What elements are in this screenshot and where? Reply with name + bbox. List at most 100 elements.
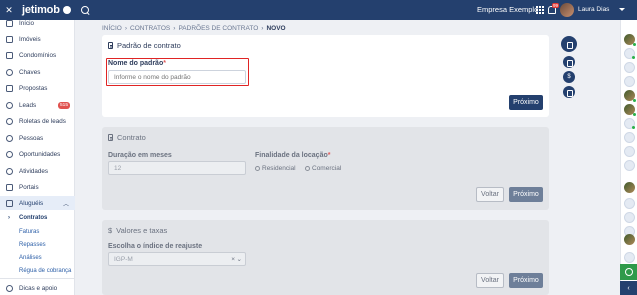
contact-avatar[interactable] (624, 182, 635, 193)
select-value: IGP-M (114, 255, 133, 263)
sidebar-item-oportunidades[interactable]: Oportunidades (0, 147, 75, 161)
next-button[interactable]: Próximo (509, 95, 543, 110)
megaphone-icon (6, 183, 13, 191)
chevron-right-icon: › (8, 214, 10, 221)
field-label-indice: Escolha o índice de reajuste (108, 243, 203, 250)
sidebar-item-leads[interactable]: Leads 515 (0, 98, 75, 112)
sidebar-item-label: Portais (19, 183, 39, 191)
field-label-duracao: Duração em meses (108, 152, 172, 159)
contact-avatar[interactable] (624, 48, 635, 59)
document-icon (108, 134, 113, 141)
chevron-down-icon[interactable] (619, 8, 625, 11)
field-label-finalidade: Finalidade da locação* (255, 152, 330, 159)
close-icon[interactable]: ✕ (2, 5, 16, 16)
radio-circle-icon (255, 166, 260, 171)
search-icon[interactable] (80, 5, 90, 15)
card-valores-taxas: $ Valores e taxas Escolha o índice de rea… (102, 220, 549, 295)
contact-avatar[interactable] (624, 132, 635, 143)
contact-avatar[interactable] (624, 252, 635, 263)
contact-avatar[interactable] (624, 34, 636, 46)
grid-icon (6, 19, 13, 27)
sidebar-item-label: Atividades (19, 167, 49, 175)
sidebar-item-portais[interactable]: Portais (0, 180, 75, 194)
contact-avatar[interactable] (624, 76, 635, 87)
sidebar-item-propostas[interactable]: Propostas (0, 81, 75, 95)
radio-label: Residencial (262, 165, 296, 172)
contact-avatar[interactable] (624, 146, 635, 157)
contract-shortcut-icon[interactable] (563, 56, 575, 68)
sidebar-subitem-regua[interactable]: Régua de cobrança (0, 264, 75, 277)
duracao-input[interactable]: 12 (108, 161, 246, 175)
document-shortcut-icon[interactable] (561, 36, 577, 52)
sidebar-item-alugueis[interactable]: Aluguéis ︿ (0, 196, 75, 210)
back-button[interactable]: Voltar (476, 187, 504, 202)
breadcrumb-contratos[interactable]: CONTRATOS (130, 25, 170, 32)
breadcrumb-padroes[interactable]: PADRÕES DE CONTRATO (178, 25, 258, 32)
sidebar-item-label: Chaves (19, 68, 41, 76)
sidebar-item-atividades[interactable]: Atividades (0, 164, 75, 178)
radio-circle-icon (305, 166, 310, 171)
back-button[interactable]: Voltar (476, 273, 504, 288)
sidebar-item-roletas[interactable]: Roletas de leads (0, 114, 75, 128)
target-icon (6, 150, 13, 158)
card-title: Padrão de contrato (108, 41, 181, 50)
leads-count-badge: 515 (58, 101, 71, 109)
roulette-icon (6, 117, 13, 125)
contact-avatar[interactable] (624, 234, 635, 245)
sidebar-item-chaves[interactable]: Chaves (0, 65, 75, 79)
card-title-text: Contrato (117, 133, 146, 142)
sidebar-subitem-faturas[interactable]: Faturas (0, 225, 75, 238)
card-title: $ Valores e taxas (108, 226, 167, 235)
next-button[interactable]: Próximo (509, 273, 543, 288)
key-icon (6, 68, 13, 76)
contact-avatar[interactable] (624, 62, 635, 73)
sidebar-item-imoveis[interactable]: Imóveis (0, 32, 75, 46)
notification-badge: 99 (552, 3, 560, 8)
building-icon (6, 51, 13, 59)
share-icon (6, 101, 13, 109)
contact-avatar[interactable] (624, 198, 635, 209)
sidebar-subitem-contratos[interactable]: › Contratos (0, 211, 75, 224)
sidebar-item-label: Aluguéis (19, 199, 44, 207)
sidebar-item-help[interactable]: Dicas e apoio (0, 281, 75, 295)
settings-shortcut-icon[interactable] (563, 86, 575, 98)
user-name[interactable]: Laura Dias (578, 6, 609, 13)
home-icon (6, 35, 13, 43)
next-button[interactable]: Próximo (509, 187, 543, 202)
apps-grid-icon[interactable] (536, 6, 544, 14)
collapse-rail-button[interactable]: ‹ (620, 281, 637, 295)
sidebar-divider (0, 278, 75, 279)
app-logo[interactable]: jetimob (22, 4, 71, 16)
chevron-down-icon[interactable]: ⌄ (237, 255, 242, 263)
contact-avatar[interactable] (624, 212, 635, 223)
user-avatar[interactable] (560, 3, 574, 17)
sidebar-item-label: Roletas de leads (19, 117, 66, 125)
dollar-icon: $ (108, 226, 113, 235)
clear-icon[interactable]: × (231, 256, 235, 263)
sidebar-item-label: Pessoas (19, 134, 44, 142)
sidebar-subitem-analises[interactable]: Análises (0, 251, 75, 264)
logo-text: jetimob (22, 4, 60, 16)
sidebar-item-inicio[interactable]: Início (0, 16, 75, 30)
company-name[interactable]: Empresa Exemplo (477, 5, 538, 14)
sidebar-item-label: Condomínios (19, 51, 57, 59)
whatsapp-icon[interactable] (620, 264, 637, 280)
document-icon (108, 42, 113, 49)
sidebar-item-label: Propostas (19, 84, 48, 92)
sidebar-item-label: Oportunidades (19, 150, 61, 158)
radio-residencial[interactable]: Residencial (255, 165, 296, 172)
sidebar-item-condominios[interactable]: Condomínios (0, 48, 75, 62)
sidebar-item-pessoas[interactable]: Pessoas (0, 131, 75, 145)
handshake-icon (6, 84, 13, 92)
indice-reajuste-select[interactable]: IGP-M × ⌄ (108, 252, 246, 266)
contact-avatar[interactable] (624, 90, 636, 102)
sidebar-subitem-repasses[interactable]: Repasses (0, 238, 75, 251)
contact-avatar[interactable] (624, 118, 635, 129)
breadcrumb: INÍCIO › CONTRATOS › PADRÕES DE CONTRATO… (102, 25, 286, 32)
breadcrumb-inicio[interactable]: INÍCIO (102, 25, 122, 32)
sidebar-subitem-label: Contratos (19, 214, 48, 221)
contact-avatar[interactable] (624, 104, 636, 116)
contact-avatar[interactable] (624, 160, 635, 171)
dollar-shortcut-icon[interactable] (563, 71, 575, 83)
radio-comercial[interactable]: Comercial (305, 165, 341, 172)
